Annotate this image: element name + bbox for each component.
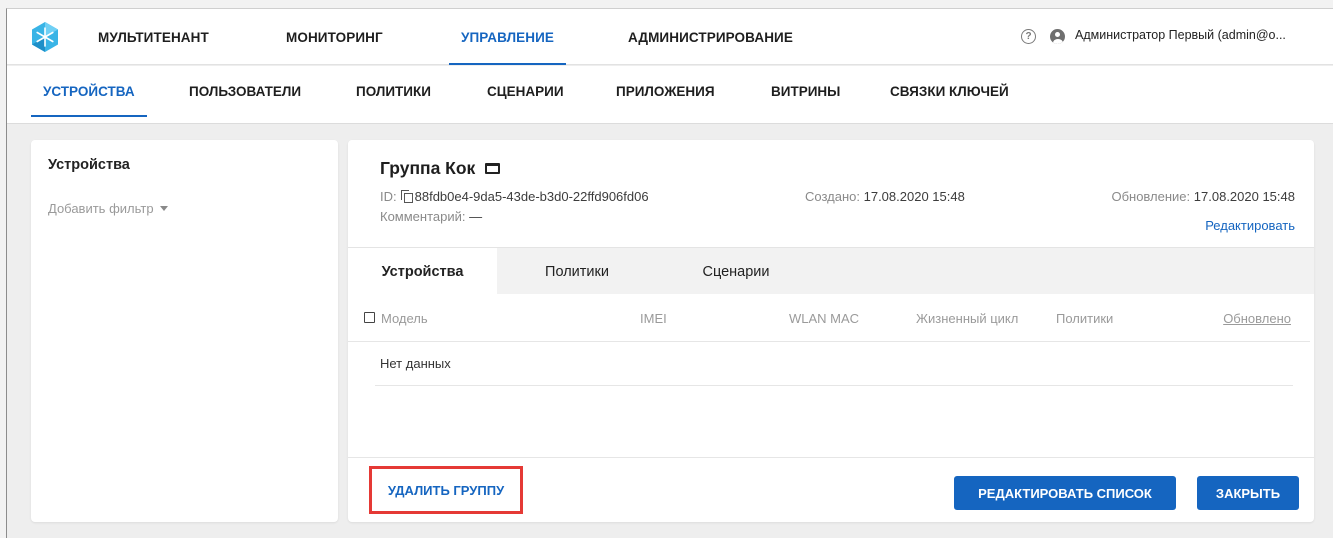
user-name[interactable]: Администратор Первый (admin@o... <box>1075 28 1331 42</box>
updated-value: 17.08.2020 15:48 <box>1193 189 1295 204</box>
column-wlan-mac[interactable]: WLAN MAC <box>789 311 859 326</box>
column-imei[interactable]: IMEI <box>640 311 667 326</box>
column-lifecycle[interactable]: Жизненный цикл <box>916 311 1018 326</box>
edit-list-button[interactable]: РЕДАКТИРОВАТЬ СПИСОК <box>954 476 1176 510</box>
logo-icon[interactable] <box>29 21 61 53</box>
empty-state: Нет данных <box>380 356 451 371</box>
user-icon[interactable] <box>1050 29 1065 44</box>
tab-keychains[interactable]: СВЯЗКИ КЛЮЧЕЙ <box>890 66 1009 124</box>
nav-management[interactable]: УПРАВЛЕНИЕ <box>448 9 567 65</box>
group-card: Группа Кок ID: 88fdb0e4-9da5-43de-b3d0-22… <box>348 140 1314 522</box>
app-window: МУЛЬТИТЕНАНТ МОНИТОРИНГ УПРАВЛЕНИЕ АДМИН… <box>6 8 1333 538</box>
tab-devices[interactable]: УСТРОЙСТВА <box>31 66 147 124</box>
column-policies[interactable]: Политики <box>1056 311 1113 326</box>
folder-icon <box>485 163 501 174</box>
top-bar: МУЛЬТИТЕНАНТ МОНИТОРИНГ УПРАВЛЕНИЕ АДМИН… <box>7 9 1333 65</box>
tab-group-scenarios[interactable]: Сценарии <box>676 248 796 295</box>
tab-showcases[interactable]: ВИТРИНЫ <box>771 66 840 124</box>
tab-scenarios[interactable]: СЦЕНАРИИ <box>487 66 564 124</box>
updated-date: Обновление: 17.08.2020 15:48 <box>1111 189 1295 204</box>
comment-value: — <box>469 209 483 224</box>
id-label: ID: <box>380 189 397 204</box>
nav-monitoring[interactable]: МОНИТОРИНГ <box>286 9 383 65</box>
tab-group-devices[interactable]: Устройства <box>348 248 497 295</box>
group-name: Группа Кок <box>380 158 476 178</box>
group-title: Группа Кок <box>380 158 501 179</box>
id-value: 88fdb0e4-9da5-43de-b3d0-22ffd906fd06 <box>414 189 649 204</box>
add-filter-dropdown[interactable]: Добавить фильтр <box>48 201 168 216</box>
nav-multitenant[interactable]: МУЛЬТИТЕНАНТ <box>98 9 209 65</box>
table-header: Модель IMEI WLAN MAC Жизненный цикл Поли… <box>348 294 1310 342</box>
created-date: Создано: 17.08.2020 15:48 <box>805 189 965 204</box>
panel-title: Устройства <box>48 157 130 173</box>
close-button[interactable]: ЗАКРЫТЬ <box>1197 476 1299 510</box>
nav-administration[interactable]: АДМИНИСТРИРОВАНИЕ <box>628 9 793 65</box>
help-icon[interactable]: ? <box>1021 29 1036 44</box>
tab-users[interactable]: ПОЛЬЗОВАТЕЛИ <box>189 66 301 124</box>
tab-applications[interactable]: ПРИЛОЖЕНИЯ <box>616 66 715 124</box>
select-all-checkbox[interactable] <box>364 312 375 323</box>
created-value: 17.08.2020 15:48 <box>863 189 965 204</box>
updated-label: Обновление: <box>1111 189 1191 204</box>
edit-group-link[interactable]: Редактировать <box>1205 218 1295 233</box>
tab-policies[interactable]: ПОЛИТИКИ <box>356 66 431 124</box>
sub-nav: УСТРОЙСТВА ПОЛЬЗОВАТЕЛИ ПОЛИТИКИ СЦЕНАРИ… <box>7 66 1333 124</box>
group-tabs: Устройства Политики Сценарии <box>348 247 1314 295</box>
column-updated[interactable]: Обновлено <box>1223 311 1291 326</box>
column-model[interactable]: Модель <box>381 311 428 326</box>
tab-group-policies[interactable]: Политики <box>517 248 637 295</box>
group-comment: Комментарий: — <box>380 209 482 224</box>
comment-label: Комментарий: <box>380 209 466 224</box>
caret-down-icon <box>159 206 168 211</box>
divider <box>348 457 1314 458</box>
divider <box>375 385 1293 386</box>
delete-group-button[interactable]: УДАЛИТЬ ГРУППУ <box>369 466 523 514</box>
devices-filter-panel: Устройства Добавить фильтр <box>31 140 338 522</box>
add-filter-label: Добавить фильтр <box>48 201 154 216</box>
copy-icon[interactable] <box>400 190 413 203</box>
group-id: ID: 88fdb0e4-9da5-43de-b3d0-22ffd906fd06 <box>380 189 649 204</box>
created-label: Создано: <box>805 189 860 204</box>
